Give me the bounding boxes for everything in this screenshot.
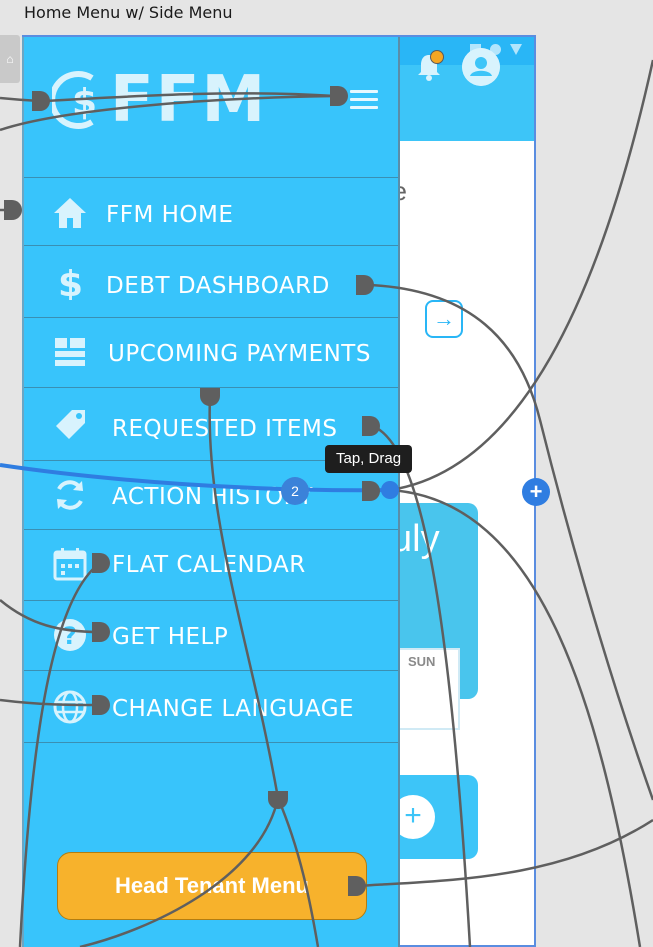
globe-icon (53, 690, 87, 724)
artboard-title: Home Menu w/ Side Menu (24, 3, 233, 22)
connection-count-badge[interactable]: 2 (281, 477, 309, 505)
menu-item-change-language[interactable]: CHANGE LANGUAGE (24, 671, 398, 743)
menu-item-label: DEBT DASHBOARD (106, 273, 330, 299)
menu-item-ffm-home[interactable]: FFM HOME (24, 177, 398, 246)
calendar-day-label: SUN (408, 654, 436, 669)
profile-avatar-icon[interactable] (462, 48, 500, 86)
tag-icon (56, 410, 85, 439)
hamburger-menu-icon[interactable] (350, 90, 378, 110)
svg-text:$: $ (58, 264, 83, 300)
add-connection-button[interactable]: + (522, 478, 550, 506)
menu-item-flat-calendar[interactable]: FLAT CALENDAR (24, 530, 398, 601)
menu-item-label: GET HELP (112, 624, 229, 650)
help-icon: ? (54, 619, 86, 651)
menu-item-debt-dashboard[interactable]: $ DEBT DASHBOARD (24, 246, 398, 318)
arrow-right-button[interactable]: → (425, 300, 463, 338)
menu-item-get-help[interactable]: ? GET HELP (24, 601, 398, 671)
side-menu: $ FFM FFM HOME $ DEBT DASHBOARD UPCOMING… (22, 37, 400, 947)
menu-item-label: UPCOMING PAYMENTS (108, 341, 371, 367)
svg-text:?: ? (63, 622, 77, 650)
dashboard-icon (55, 338, 85, 366)
ffm-logo: $ FFM (52, 63, 268, 137)
home-icon (54, 198, 86, 228)
calendar-icon (53, 548, 87, 581)
svg-text:$: $ (72, 82, 97, 123)
triangle-icon (510, 44, 522, 55)
menu-item-label: CHANGE LANGUAGE (112, 696, 355, 722)
notification-dot (430, 50, 444, 64)
dollar-icon: $ (58, 264, 83, 300)
interaction-tooltip: Tap, Drag (325, 445, 413, 473)
menu-item-label: FLAT CALENDAR (112, 552, 306, 578)
menu-header: $ FFM (24, 37, 398, 178)
refresh-icon (57, 480, 83, 510)
logo-text: FFM (110, 63, 268, 137)
menu-item-upcoming-payments[interactable]: UPCOMING PAYMENTS (24, 318, 398, 388)
menu-item-label: REQUESTED ITEMS (112, 416, 338, 442)
home-chip-icon[interactable]: ⌂ (0, 35, 20, 83)
menu-item-label: FFM HOME (106, 202, 234, 228)
ffm-coin-icon: $ (52, 71, 97, 129)
head-tenant-menu-button[interactable]: Head Tenant Menu (57, 852, 367, 920)
